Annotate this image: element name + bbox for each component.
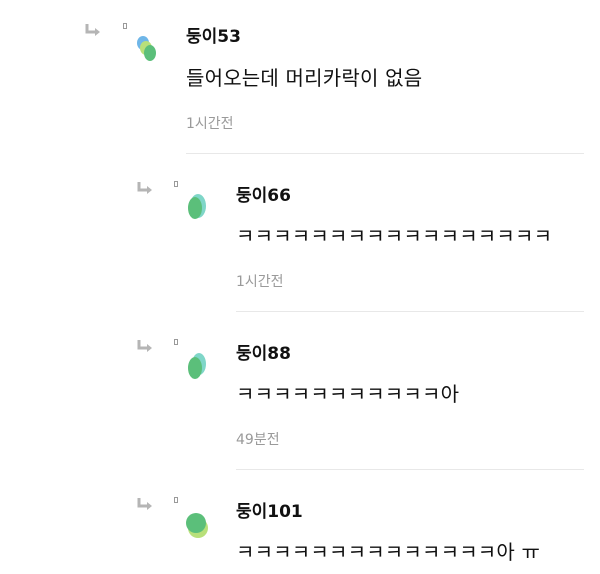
comment-author[interactable]: 둥이88 — [236, 339, 291, 364]
avatar[interactable] — [184, 350, 212, 386]
reply-arrow-icon — [137, 498, 152, 510]
reply-arrow-icon — [137, 182, 152, 194]
reply-arrow-icon — [85, 24, 100, 36]
comment-time: 1시간전 — [236, 274, 284, 290]
avatar[interactable] — [133, 33, 161, 69]
reply-arrow-icon — [137, 340, 152, 352]
unknown-mark-icon — [174, 339, 178, 345]
comment-author[interactable]: 둥이101 — [236, 497, 303, 522]
comment-thread: 둥이53 들어오는데 머리카락이 없음 1시간전 둥이66 ㅋㅋㅋㅋㅋㅋㅋㅋㅋㅋ… — [0, 0, 600, 574]
comment-text: ㅋㅋㅋㅋㅋㅋㅋㅋㅋㅋㅋㅋㅋㅋ아 ㅠ — [236, 540, 541, 564]
unknown-mark-icon — [174, 181, 178, 187]
comment-author[interactable]: 둥이53 — [186, 22, 241, 47]
avatar[interactable] — [184, 190, 212, 226]
comment-divider — [186, 153, 584, 154]
comment-author[interactable]: 둥이66 — [236, 181, 291, 206]
comment-time: 1시간전 — [186, 116, 234, 132]
avatar[interactable] — [184, 508, 212, 544]
comment-text: 들어오는데 머리카락이 없음 — [186, 66, 423, 90]
comment-time: 49분전 — [236, 432, 280, 448]
unknown-mark-icon — [123, 23, 127, 29]
comment-text: ㅋㅋㅋㅋㅋㅋㅋㅋㅋㅋㅋ아 — [236, 382, 460, 406]
comment-divider — [236, 311, 584, 312]
comment-text: ㅋㅋㅋㅋㅋㅋㅋㅋㅋㅋㅋㅋㅋㅋㅋㅋㅋ — [236, 224, 553, 248]
unknown-mark-icon — [174, 497, 178, 503]
comment-divider — [236, 469, 584, 470]
